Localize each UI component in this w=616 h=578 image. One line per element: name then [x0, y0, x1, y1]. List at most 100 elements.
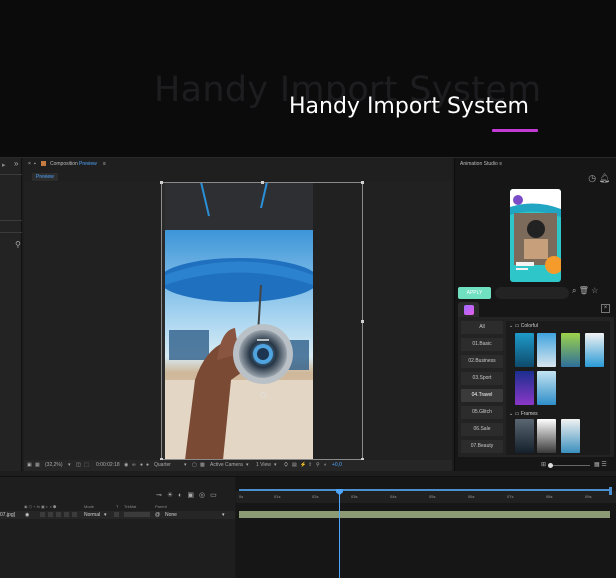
layer-duration-bar[interactable]: [239, 511, 610, 518]
close-icon[interactable]: ×: [601, 304, 610, 313]
grid-view-icon[interactable]: ▦ ☰: [594, 461, 607, 468]
menu-icon[interactable]: ≡: [499, 161, 502, 167]
grid-view-icon[interactable]: ⊞: [541, 461, 546, 468]
current-time-indicator[interactable]: [339, 489, 340, 578]
switch-box[interactable]: [64, 512, 69, 517]
preserve-transparency-box[interactable]: [114, 512, 119, 517]
chevron-down-icon[interactable]: ▾: [184, 462, 187, 468]
flowchart-icon[interactable]: ⚲: [316, 462, 320, 468]
zoom-value[interactable]: (32,2%): [45, 462, 63, 468]
chevron-down-icon[interactable]: ▾: [246, 462, 249, 468]
bell-icon[interactable]: 🔔︎: [599, 173, 610, 183]
template-thumbnail[interactable]: [515, 371, 534, 405]
layout-icon[interactable]: ▤: [292, 462, 297, 468]
resolution-select[interactable]: Quarter: [154, 462, 171, 468]
lock-icon[interactable]: ▪: [34, 161, 36, 167]
chevron-down-icon[interactable]: ▾: [274, 462, 277, 468]
switch-box[interactable]: [40, 512, 45, 517]
layer-bounding-box[interactable]: [161, 182, 363, 460]
template-thumbnail[interactable]: [515, 419, 534, 453]
work-area-bar[interactable]: [239, 489, 610, 491]
share-icon[interactable]: ⇪: [308, 462, 312, 468]
view-select[interactable]: 1 View: [256, 462, 271, 468]
chevron-down-icon[interactable]: ▾: [68, 462, 71, 468]
time-ruler[interactable]: 0s 01s 02s 03s 04s 05s 06s 07s 08s 09s: [236, 491, 616, 503]
chevron-down-icon[interactable]: ▾: [104, 512, 107, 518]
close-icon[interactable]: ×: [28, 161, 31, 167]
switch-box[interactable]: [72, 512, 77, 517]
clock-icon[interactable]: ◷: [588, 173, 596, 183]
apply-button[interactable]: APPLY: [458, 287, 491, 299]
template-thumbnail[interactable]: [537, 419, 556, 453]
transform-handle[interactable]: [361, 320, 364, 323]
group-label-colorful[interactable]: ⌄ ▭ Colorful: [509, 323, 538, 329]
reset-exposure-icon[interactable]: ◐: [324, 462, 327, 468]
category-sale[interactable]: 06.Sale: [461, 423, 503, 436]
category-basic[interactable]: 01.Basic: [461, 338, 503, 351]
region-of-interest-icon[interactable]: ▢: [192, 462, 197, 468]
link-icon[interactable]: ∞: [132, 462, 136, 468]
layer-name[interactable]: 07.jpg]: [0, 512, 15, 518]
star-icon[interactable]: ☆: [591, 286, 598, 295]
safe-zones-icon[interactable]: ◫: [76, 462, 81, 468]
motion-blur-icon[interactable]: ◎: [199, 492, 210, 499]
table-row[interactable]: 07.jpg] ◉ Normal ▾ @ None ▾: [0, 511, 235, 519]
category-sport[interactable]: 03.Sport: [461, 372, 503, 385]
group-label-frames[interactable]: ⌄ ▭ Frames: [509, 411, 538, 417]
menu-icon[interactable]: ≡: [103, 161, 106, 167]
template-thumbnail[interactable]: [561, 419, 580, 453]
category-travel[interactable]: 04.Travel: [461, 389, 503, 402]
timecode[interactable]: 0:00:02:18: [96, 462, 120, 468]
chevron-left-icon[interactable]: ▸: [2, 161, 6, 169]
category-beauty[interactable]: 07.Beauty: [461, 440, 503, 453]
grid-icon[interactable]: ▦: [35, 462, 40, 468]
comp-mini-flowchart-icon[interactable]: ⊸: [156, 492, 167, 499]
template-thumbnail[interactable]: [585, 333, 604, 367]
flowchart-icon[interactable]: ⚲: [15, 240, 21, 249]
parent-select[interactable]: None: [165, 512, 177, 518]
search-input[interactable]: [495, 287, 569, 299]
link-icon[interactable]: @: [155, 512, 160, 518]
work-area-end-handle[interactable]: [609, 487, 612, 495]
mode-select[interactable]: Normal: [84, 512, 100, 518]
category-glitch[interactable]: 05.Glitch: [461, 406, 503, 419]
tab-preview[interactable]: Preview: [32, 173, 58, 181]
graph-editor-icon[interactable]: ▭: [210, 492, 222, 499]
template-thumbnail[interactable]: [561, 333, 580, 367]
category-business[interactable]: 02.Business: [461, 355, 503, 368]
snapshot-icon[interactable]: ▣: [27, 462, 32, 468]
switch-box[interactable]: [56, 512, 61, 517]
template-thumbnail[interactable]: [515, 333, 534, 367]
template-thumbnail[interactable]: [537, 333, 556, 367]
exposure-value[interactable]: +0,0: [332, 462, 342, 468]
checkerboard-icon[interactable]: ▩: [200, 462, 205, 468]
search-icon[interactable]: ⌕: [572, 286, 576, 295]
transform-handle[interactable]: [361, 181, 364, 184]
trkmat-select[interactable]: [124, 512, 150, 517]
color-icon[interactable]: ●: [146, 462, 149, 468]
shy-icon[interactable]: ◐: [178, 492, 187, 499]
switch-box[interactable]: [48, 512, 53, 517]
camera-select[interactable]: Active Camera: [210, 462, 243, 468]
color-icon[interactable]: ●: [140, 462, 143, 468]
panel-menu-icon[interactable]: »: [14, 159, 18, 168]
template-thumbnail[interactable]: [537, 371, 556, 405]
region-icon[interactable]: ⬚: [84, 462, 89, 468]
frame-blend-icon[interactable]: ▣: [187, 492, 199, 499]
composition-viewer[interactable]: [24, 181, 452, 461]
chevron-down-icon[interactable]: ▾: [222, 512, 225, 518]
visibility-icon[interactable]: ◉: [25, 512, 29, 518]
slider-thumb[interactable]: [548, 463, 553, 468]
fast-preview-icon[interactable]: ⚡: [300, 462, 306, 468]
composition-footer: ▣ ▦ (32,2%) ▾ ◫ ⬚ 0:00:02:18 ◉ ∞ ● ● Qua…: [24, 460, 452, 471]
thumbnail-size-slider[interactable]: [548, 463, 590, 468]
draft-3d-icon[interactable]: ☀: [167, 492, 178, 499]
transform-handle[interactable]: [160, 181, 163, 184]
camera-icon[interactable]: ◉: [124, 462, 128, 468]
tab-library[interactable]: [458, 302, 479, 317]
render-icon[interactable]: ⛭: [284, 462, 288, 468]
category-all[interactable]: All: [461, 321, 503, 334]
transform-handle[interactable]: [261, 181, 264, 184]
timeline-tracks[interactable]: 0s 01s 02s 03s 04s 05s 06s 07s 08s 09s: [236, 477, 616, 578]
trash-icon[interactable]: 🗑︎: [579, 286, 589, 295]
